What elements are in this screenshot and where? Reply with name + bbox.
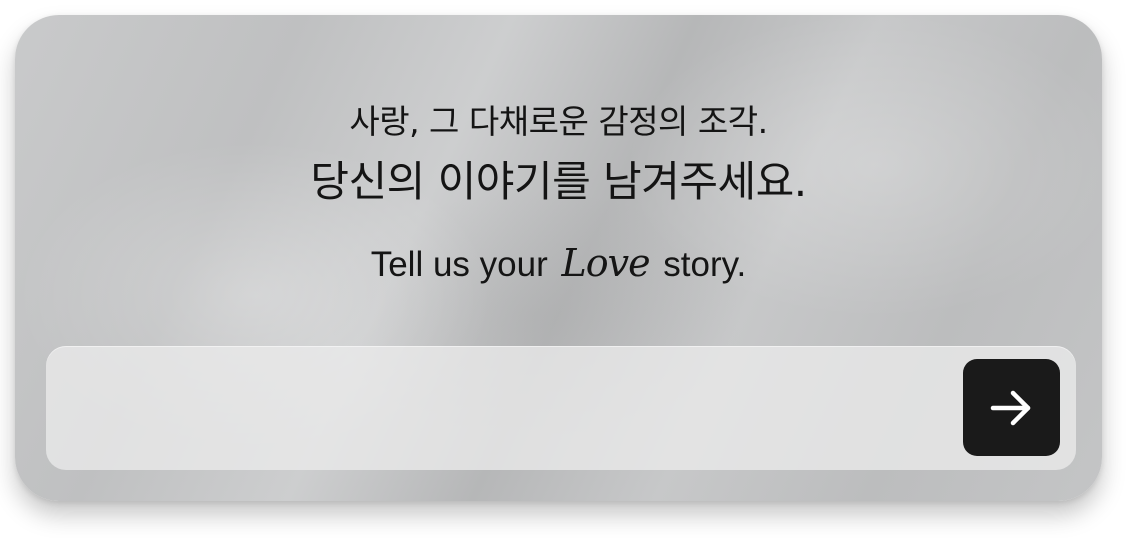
tagline-script-love: Love bbox=[561, 241, 650, 285]
arrow-right-icon bbox=[990, 390, 1030, 425]
tagline-prefix: Tell us your bbox=[370, 245, 548, 284]
tagline-suffix: story. bbox=[663, 245, 747, 284]
title-korean: 당신의 이야기를 남겨주세요. bbox=[310, 157, 807, 206]
subtitle-korean: 사랑, 그 다채로운 감정의 조각. bbox=[349, 102, 768, 141]
story-card: 사랑, 그 다채로운 감정의 조각. 당신의 이야기를 남겨주세요. Tell … bbox=[15, 15, 1102, 501]
submit-button[interactable] bbox=[963, 359, 1060, 456]
tagline-english: Tell us your Love story. bbox=[15, 241, 1102, 285]
story-input[interactable] bbox=[70, 346, 954, 472]
story-input-bar bbox=[46, 346, 1076, 472]
